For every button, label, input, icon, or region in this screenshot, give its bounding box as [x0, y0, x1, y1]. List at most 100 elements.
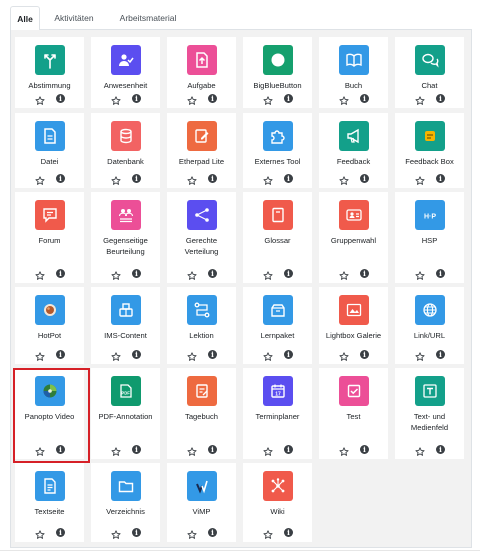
module-tile-feedback-box[interactable]: Feedback Box i [395, 113, 464, 188]
module-tile-gegenseitige-beurteilung[interactable]: Gegenseitige Beurteilung i [91, 192, 160, 283]
star-icon[interactable] [111, 173, 121, 185]
module-tile-ims-content[interactable]: IMS-Content i [91, 287, 160, 364]
star-icon[interactable] [187, 93, 197, 105]
module-tile-anwesenheit[interactable]: Anwesenheit i [91, 37, 160, 108]
star-icon[interactable] [111, 527, 121, 539]
info-icon[interactable]: i [284, 350, 293, 359]
info-icon[interactable]: i [132, 350, 141, 359]
star-icon[interactable] [111, 268, 121, 280]
tab-aktivitaeten[interactable]: Aktivitäten [44, 6, 104, 30]
module-tile-etherpad-lite[interactable]: Etherpad Lite i [167, 113, 236, 188]
module-tile-hotpot[interactable]: HotPot i [15, 287, 84, 364]
info-icon[interactable]: i [284, 445, 293, 454]
info-icon[interactable]: i [208, 174, 217, 183]
info-icon[interactable]: i [132, 174, 141, 183]
info-icon[interactable]: i [56, 528, 65, 537]
info-icon[interactable]: i [360, 174, 369, 183]
info-icon[interactable]: i [284, 94, 293, 103]
module-tile-vimp[interactable]: ViMP i [167, 463, 236, 542]
module-tile-bigbluebutton[interactable]: BigBlueButton i [243, 37, 312, 108]
module-tile-wiki[interactable]: Wiki i [243, 463, 312, 542]
info-icon[interactable]: i [56, 445, 65, 454]
module-tile-lernpaket[interactable]: Lernpaket i [243, 287, 312, 364]
info-icon[interactable]: i [132, 269, 141, 278]
info-icon[interactable]: i [360, 94, 369, 103]
star-icon[interactable] [111, 93, 121, 105]
module-tile-datenbank[interactable]: Datenbank i [91, 113, 160, 188]
info-icon[interactable]: i [56, 174, 65, 183]
module-tile-gerechte-verteilung[interactable]: Gerechte Verteilung i [167, 192, 236, 283]
info-icon[interactable]: i [284, 269, 293, 278]
star-icon[interactable] [187, 349, 197, 361]
module-tile-lektion[interactable]: Lektion i [167, 287, 236, 364]
module-tile-buch[interactable]: Buch i [319, 37, 388, 108]
module-tile-externes-tool[interactable]: Externes Tool i [243, 113, 312, 188]
info-icon[interactable]: i [284, 174, 293, 183]
module-tile-text-und-medienfeld[interactable]: Text- und Medienfeld i [395, 368, 464, 459]
module-tile-lightbox-galerie[interactable]: Lightbox Galerie i [319, 287, 388, 364]
star-icon[interactable] [35, 527, 45, 539]
info-icon[interactable]: i [208, 528, 217, 537]
info-icon[interactable]: i [132, 528, 141, 537]
info-icon[interactable]: i [360, 445, 369, 454]
star-icon[interactable] [35, 349, 45, 361]
star-icon[interactable] [415, 444, 425, 456]
star-icon[interactable] [187, 173, 197, 185]
info-icon[interactable]: i [284, 528, 293, 537]
info-icon[interactable]: i [436, 350, 445, 359]
info-icon[interactable]: i [360, 350, 369, 359]
module-tile-glossar[interactable]: Glossar i [243, 192, 312, 283]
info-icon[interactable]: i [56, 94, 65, 103]
module-tile-abstimmung[interactable]: Abstimmung i [15, 37, 84, 108]
module-tile-pdf-annotation[interactable]: PDF PDF-Annotation i [91, 368, 160, 459]
module-tile-feedback[interactable]: Feedback i [319, 113, 388, 188]
info-icon[interactable]: i [208, 269, 217, 278]
tab-arbeitsmaterial[interactable]: Arbeitsmaterial [108, 6, 188, 30]
star-icon[interactable] [339, 349, 349, 361]
module-tile-datei[interactable]: Datei i [15, 113, 84, 188]
star-icon[interactable] [339, 93, 349, 105]
star-icon[interactable] [111, 349, 121, 361]
info-icon[interactable]: i [208, 445, 217, 454]
info-icon[interactable]: i [132, 445, 141, 454]
module-tile-aufgabe[interactable]: Aufgabe i [167, 37, 236, 108]
tab-alle[interactable]: Alle [10, 6, 40, 31]
star-icon[interactable] [263, 173, 273, 185]
info-icon[interactable]: i [436, 94, 445, 103]
star-icon[interactable] [35, 173, 45, 185]
module-tile-panopto-video[interactable]: Panopto Video i [15, 368, 84, 459]
module-tile-verzeichnis[interactable]: Verzeichnis i [91, 463, 160, 542]
star-icon[interactable] [35, 93, 45, 105]
module-tile-tagebuch[interactable]: Tagebuch i [167, 368, 236, 459]
star-icon[interactable] [263, 268, 273, 280]
star-icon[interactable] [187, 444, 197, 456]
star-icon[interactable] [263, 349, 273, 361]
star-icon[interactable] [339, 444, 349, 456]
star-icon[interactable] [263, 444, 273, 456]
module-tile-hsp[interactable]: H·P HSP i [395, 192, 464, 283]
star-icon[interactable] [415, 93, 425, 105]
star-icon[interactable] [339, 268, 349, 280]
star-icon[interactable] [35, 444, 45, 456]
info-icon[interactable]: i [436, 445, 445, 454]
module-tile-textseite[interactable]: Textseite i [15, 463, 84, 542]
module-tile-link-url[interactable]: Link/URL i [395, 287, 464, 364]
module-tile-forum[interactable]: Forum i [15, 192, 84, 283]
module-tile-gruppenwahl[interactable]: Gruppenwahl i [319, 192, 388, 283]
module-tile-chat[interactable]: Chat i [395, 37, 464, 108]
star-icon[interactable] [263, 93, 273, 105]
module-tile-terminplaner[interactable]: 17 Terminplaner i [243, 368, 312, 459]
star-icon[interactable] [187, 527, 197, 539]
star-icon[interactable] [415, 268, 425, 280]
info-icon[interactable]: i [208, 350, 217, 359]
star-icon[interactable] [339, 173, 349, 185]
info-icon[interactable]: i [436, 269, 445, 278]
info-icon[interactable]: i [208, 94, 217, 103]
star-icon[interactable] [35, 268, 45, 280]
info-icon[interactable]: i [56, 269, 65, 278]
module-tile-test[interactable]: Test i [319, 368, 388, 459]
info-icon[interactable]: i [360, 269, 369, 278]
info-icon[interactable]: i [132, 94, 141, 103]
star-icon[interactable] [415, 173, 425, 185]
star-icon[interactable] [187, 268, 197, 280]
